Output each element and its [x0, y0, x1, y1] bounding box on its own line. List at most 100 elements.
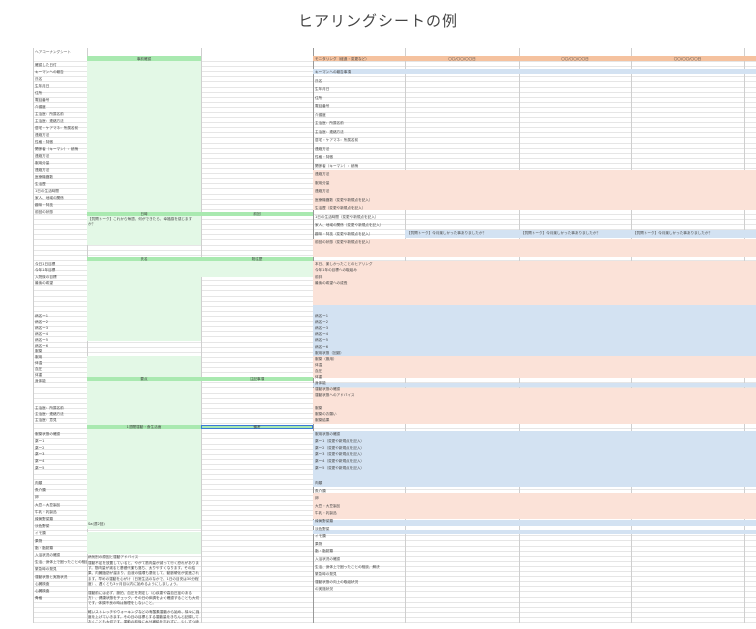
right-row-label: 病名ー5	[315, 338, 329, 343]
right-row-label: 体温	[315, 362, 323, 367]
right-row-label: 性格・特徴	[315, 155, 333, 159]
advice-title: 病気別の原因と運動アドバイス	[88, 555, 139, 559]
right-row-label: 病名ー1	[315, 314, 329, 318]
left-row-label: 主治医：意見	[35, 418, 57, 423]
right-row-label: キーマンへの報告事項	[315, 70, 351, 74]
left-row-label: 1日の生活時間	[35, 189, 59, 193]
right-row-label: 最後の希望への成長	[315, 280, 348, 285]
right-row-label: 薬ー2（変更や新規点を記入）	[315, 445, 365, 450]
right-row-label: 薬ー1（変更や新規点を記入）	[315, 438, 365, 443]
advice-paragraph-1: 運動不足を放置していると、やがて筋肉量が減って行く恐れがあります。筋肉量が減ると…	[88, 561, 199, 586]
right-row-label: 病名ー3	[315, 326, 329, 331]
left-row-label: 今日1日目標	[35, 262, 56, 266]
right-sheet-header: モニタリング（経過・変更など）	[315, 57, 369, 61]
left-row-label: 薬ー2	[35, 445, 45, 450]
left-row-label: 病名ー2	[35, 319, 49, 324]
left-row-label: 関係者（キーマン）：続柄	[35, 147, 79, 151]
right-row-label: 1日の生活時間（変更や新規点を記入）	[315, 214, 379, 219]
left-row-label: イモ類	[35, 531, 46, 536]
right-row-label: 前評	[315, 274, 323, 279]
left-row-label: 生活歴	[35, 182, 46, 186]
date-header-3: 〇〇/〇〇/〇〇日	[673, 57, 702, 61]
right-row-label: 運動状態へのアドバイス	[315, 393, 355, 398]
left-row-label: 血圧	[35, 367, 43, 372]
left-row-label: 緊急時の発見	[35, 567, 57, 572]
left-row-label: 医療機器数	[35, 175, 53, 179]
hearing-prompt: 【質問トーク】これから毎週、何ができたら、幸福感を感じますか？	[88, 217, 193, 227]
right-row-label: 主治医：連絡方法	[315, 129, 344, 134]
right-row-label: 関係者（キーマン）：続柄	[315, 163, 359, 168]
left-row-label: 身体能	[35, 378, 46, 383]
right-row-label: 連絡方法	[315, 172, 330, 176]
right-row-label: 牛乳・乳製品	[315, 511, 337, 516]
right-row-label: 主治医：所属名前	[315, 121, 344, 125]
left-col-header-datetime: 日時	[140, 212, 148, 216]
right-row-label: 大豆・大豆製品	[315, 503, 341, 508]
left-row-label: 薬ー1	[35, 438, 45, 443]
right-row-label: 卵	[315, 496, 319, 501]
right-row-label: 服用状態（回避）	[315, 350, 344, 355]
left-row-label: 主治医：連絡方法	[35, 412, 64, 417]
left-row-label: 心臓検査	[35, 589, 50, 593]
right-row-label: 血圧	[315, 368, 323, 373]
left-row-label: 緑黄野菜類	[35, 517, 53, 521]
spreadsheet: ヘアコーナングシート 事前確認 モニタリング（経過・変更など） 〇〇/〇〇/〇〇…	[33, 48, 756, 623]
left-col-header-history: 既往歴	[251, 257, 263, 261]
right-row-label: 緊急時の発見	[315, 572, 337, 577]
left-row-label: 服薬状態の確認	[35, 432, 61, 436]
right-row-label: 連絡方法	[315, 146, 330, 151]
left-row-label: 住所	[35, 91, 43, 95]
left-row-label: 家人、地域の関係	[35, 196, 64, 200]
left-row-label: 入院後の目標	[35, 274, 57, 279]
right-row-label: 服用状態の確認	[315, 432, 341, 436]
right-row-label: 運動状態の向上の取組状況	[315, 579, 359, 584]
right-row-label: 魚介類	[315, 488, 326, 493]
left-sheet-header: ヘアコーナングシート	[35, 50, 71, 54]
date-header-2: 〇〇/〇〇/〇〇日	[561, 57, 589, 61]
left-col-header-notes: 注記事項	[249, 377, 265, 381]
left-row-label: 性格・特徴	[35, 140, 53, 144]
left-row-label: 薬ー5	[35, 466, 45, 470]
right-row-label: イモ類	[315, 534, 326, 539]
date-header-1: 〇〇/〇〇/〇〇日	[448, 57, 476, 61]
right-row-label: 身体能	[315, 381, 326, 386]
left-col-header-remarks: 備考	[253, 425, 261, 429]
right-row-label: 居宅・ケアマネ：所属名前	[315, 138, 359, 142]
right-row-label: 服薬（服用）	[315, 356, 337, 361]
right-row-label: 病名ー4	[315, 332, 329, 337]
left-row-label: 今年1年目標	[35, 268, 56, 273]
left-row-label: 生活、身体上で困ったことの相談、解決	[35, 560, 87, 565]
right-row-label: 趣味・特技（変更や新規点を記入）	[315, 231, 373, 236]
left-row-label: 病名ー3	[35, 325, 49, 330]
left-row-label: 魚介類	[35, 488, 46, 493]
right-row-label: 肉類	[315, 481, 323, 485]
right-row-label: 医療機器数（変更や新規点を記入）	[315, 197, 373, 202]
right-row-label: 氏名	[315, 78, 323, 83]
left-col-header-weekly: 1週間運動・食生活面	[126, 425, 162, 429]
right-row-label: の実施状況	[315, 587, 333, 592]
left-row-label: 生年月日	[35, 84, 50, 88]
left-row-label: 最後の希望	[35, 280, 53, 285]
left-row-label: 病名ー6	[35, 343, 49, 348]
right-row-label: 生年月日	[315, 87, 330, 91]
left-row-label: 運動状態と実施状況	[35, 574, 68, 579]
advice-paragraph-3: 軽いストレッチやウォーキングなどの有酸素運動から始め、徐々に強度を上げていきます…	[88, 610, 200, 623]
left-row-label: 連絡方法	[35, 168, 50, 172]
right-row-label: 薬ー4（変更や新規点を記入）	[315, 459, 365, 464]
left-row-label: 服用	[35, 355, 43, 360]
right-row-label: 服薬	[315, 406, 323, 410]
left-row-label: 氏名	[35, 77, 43, 81]
left-row-label: 病名ー1	[35, 314, 49, 318]
left-row-label: 肉類	[35, 481, 43, 485]
left-row-label: 服用分量	[35, 161, 50, 165]
question-1: 【質問トーク】今月楽しかった事ありましたか？	[407, 231, 487, 235]
left-row-label: 薬ー4	[35, 459, 45, 464]
left-row-label: 服薬	[35, 349, 43, 354]
left-row-label: 病名ー4	[35, 331, 49, 336]
left-row-label: 卵	[35, 495, 39, 500]
right-row-label: 住所	[315, 95, 323, 100]
right-row-label: 病名ー2	[315, 320, 329, 325]
left-row-label: 入浴状況の確認	[35, 553, 61, 557]
right-row-label: 家人、地域の関係（変更や新規点を記入）	[315, 223, 384, 227]
right-row-label: 運動状態の確認	[315, 387, 341, 392]
